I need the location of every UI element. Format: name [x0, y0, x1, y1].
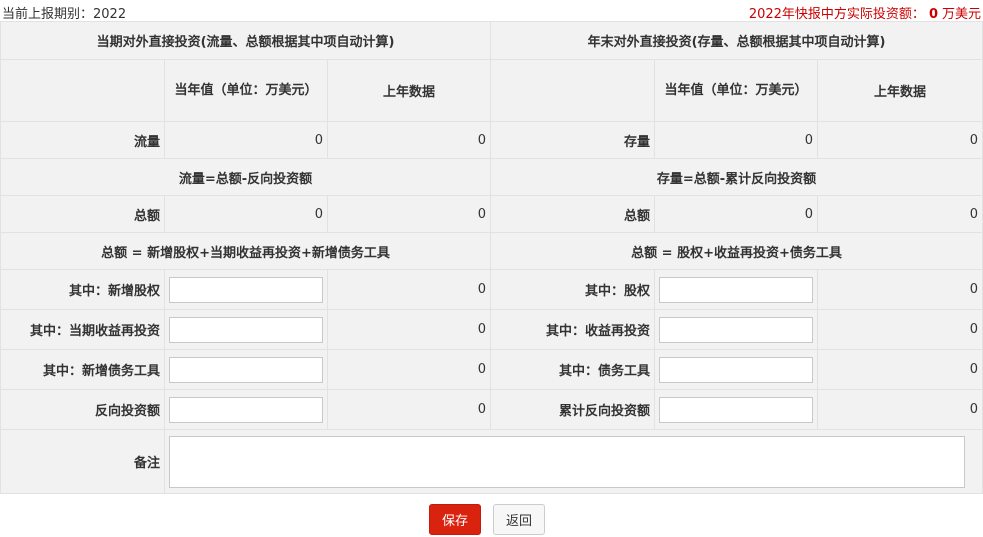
reinvested-earnings-input[interactable]	[169, 316, 323, 343]
stock-formula-note: 存量=总额-累计反向投资额	[490, 158, 983, 196]
table-row: 反向投资额 0 累计反向投资额 0	[0, 389, 983, 430]
flow-current-header: 当年值（单位：万美元）	[164, 59, 328, 122]
investment-form-table: 当期对外直接投资(流量、总额根据其中项自动计算) 年末对外直接投资(存量、总额根…	[0, 21, 983, 494]
empty-header-cell	[0, 59, 165, 122]
equity-previous: 0	[817, 269, 983, 310]
new-debt-label: 其中：新增债务工具	[0, 349, 165, 390]
flow-previous-header: 上年数据	[326, 59, 492, 122]
flow-previous-value: 0	[326, 121, 492, 159]
flow-section-title: 当期对外直接投资(流量、总额根据其中项自动计算)	[0, 21, 492, 60]
flow-formula-note: 流量=总额-反向投资额	[0, 158, 492, 196]
actual-investment-value: 0	[928, 7, 938, 22]
actual-investment-summary: 2022年快报中方实际投资额： 0 万美元	[749, 3, 981, 22]
stock-total-formula: 总额 = 股权+收益再投资+债务工具	[490, 232, 983, 270]
remark-label: 备注	[0, 429, 165, 494]
debt-label: 其中：债务工具	[490, 349, 656, 390]
flow-total-current: 0	[164, 195, 328, 233]
actual-investment-label: 2022年快报中方实际投资额：	[748, 7, 925, 22]
reverse-investment-input[interactable]	[169, 396, 323, 423]
back-button[interactable]: 返回	[493, 504, 545, 535]
flow-total-previous: 0	[326, 195, 492, 233]
cumulative-reverse-investment-input[interactable]	[659, 396, 814, 423]
reinvested-earnings-previous: 0	[326, 309, 492, 350]
top-info-bar: 当前上报期别：2022 2022年快报中方实际投资额： 0 万美元	[0, 0, 983, 22]
reinvested-earnings-label: 其中：当期收益再投资	[0, 309, 165, 350]
table-row: 其中：新增债务工具 0 其中：债务工具 0	[0, 349, 983, 390]
stock-section-title: 年末对外直接投资(存量、总额根据其中项自动计算)	[490, 21, 983, 60]
new-equity-previous: 0	[326, 269, 492, 310]
table-row: 其中：新增股权 0 其中：股权 0	[0, 269, 983, 310]
flow-label: 流量	[0, 121, 165, 159]
reverse-investment-label: 反向投资额	[0, 389, 165, 430]
debt-input[interactable]	[659, 356, 814, 383]
debt-previous: 0	[817, 349, 983, 390]
stock-current-value: 0	[654, 121, 819, 159]
actual-investment-unit: 万美元	[941, 7, 981, 22]
new-equity-input[interactable]	[169, 276, 323, 303]
report-period: 当前上报期别：2022	[2, 7, 127, 22]
stock-reinvested-earnings-label: 其中：收益再投资	[490, 309, 656, 350]
stock-total-current: 0	[654, 195, 819, 233]
save-button[interactable]: 保存	[429, 504, 481, 535]
new-equity-label: 其中：新增股权	[0, 269, 165, 310]
remark-textarea[interactable]	[169, 435, 965, 488]
equity-input[interactable]	[659, 276, 814, 303]
stock-previous-value: 0	[817, 121, 983, 159]
table-row: 其中：当期收益再投资 0 其中：收益再投资 0	[0, 309, 983, 350]
reverse-investment-previous: 0	[326, 389, 492, 430]
stock-reinvested-earnings-previous: 0	[817, 309, 983, 350]
stock-label: 存量	[490, 121, 656, 159]
flow-total-formula: 总额 = 新增股权+当期收益再投资+新增债务工具	[0, 232, 492, 270]
new-debt-previous: 0	[326, 349, 492, 390]
new-debt-input[interactable]	[169, 356, 323, 383]
cumulative-reverse-investment-label: 累计反向投资额	[490, 389, 656, 430]
flow-current-value: 0	[164, 121, 328, 159]
equity-label: 其中：股权	[490, 269, 656, 310]
stock-previous-header: 上年数据	[817, 59, 983, 122]
empty-header-cell	[490, 59, 656, 122]
stock-reinvested-earnings-input[interactable]	[659, 316, 814, 343]
stock-current-header: 当年值（单位：万美元）	[654, 59, 819, 122]
stock-total-previous: 0	[817, 195, 983, 233]
cumulative-reverse-investment-previous: 0	[817, 389, 983, 430]
flow-total-label: 总额	[0, 195, 165, 233]
stock-total-label: 总额	[490, 195, 656, 233]
